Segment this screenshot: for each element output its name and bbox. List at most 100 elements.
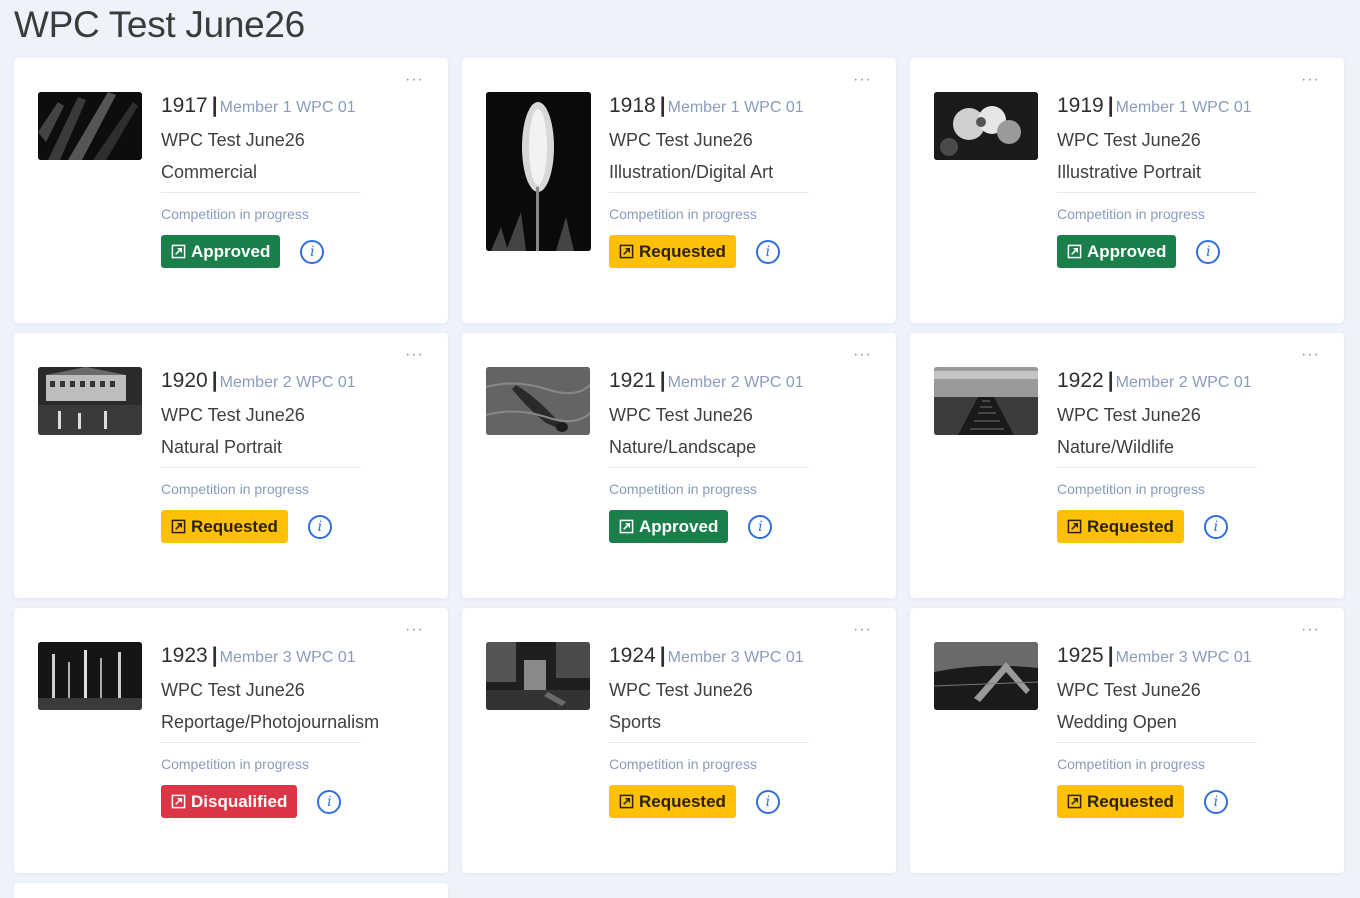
entry-status-text: Competition in progress: [161, 756, 309, 772]
info-icon[interactable]: i: [300, 239, 325, 264]
info-icon[interactable]: i: [755, 239, 780, 264]
entry-thumbnail[interactable]: [38, 642, 142, 710]
info-icon[interactable]: i: [1196, 239, 1221, 264]
more-options-icon[interactable]: ···: [405, 347, 424, 363]
entry-member: Member 2 WPC 01: [219, 374, 356, 391]
entry-card[interactable]: ··· 1925 | Member 3 WPC 01 WPC Test June26…: [910, 608, 1344, 873]
entry-info: 1922 | Member 2 WPC 01 WPC Test June26 Nat…: [1057, 367, 1304, 543]
status-badge-button[interactable]: Approved: [609, 510, 729, 543]
status-badge-label: Approved: [191, 241, 271, 261]
entry-status-text: Competition in progress: [609, 206, 757, 222]
entry-actions: Approved i: [161, 235, 408, 268]
entry-actions: Approved i: [609, 510, 856, 543]
more-options-icon[interactable]: ···: [853, 347, 872, 363]
status-badge-button[interactable]: Requested: [609, 785, 736, 818]
entry-thumbnail[interactable]: [486, 367, 590, 435]
entry-actions: Requested i: [609, 235, 856, 268]
entry-info: 1921 | Member 2 WPC 01 WPC Test June26 Nat…: [609, 367, 856, 543]
entry-thumbnail[interactable]: [934, 367, 1038, 435]
status-badge-button[interactable]: Approved: [161, 235, 281, 268]
entry-heading: 1917 | Member 1 WPC 01: [161, 92, 408, 122]
entry-card[interactable]: ··· 1920 | Member 2 WPC 01 WPC Test June26…: [14, 333, 448, 598]
entry-card[interactable]: [14, 883, 448, 898]
external-link-icon: [619, 794, 634, 809]
more-options-icon[interactable]: ···: [1301, 622, 1320, 638]
status-badge-button[interactable]: Requested: [1057, 510, 1184, 543]
entry-competition: WPC Test June26: [609, 130, 753, 150]
status-badge-button[interactable]: Requested: [161, 510, 288, 543]
info-icon[interactable]: i: [755, 789, 780, 814]
status-badge-label: Requested: [1087, 791, 1174, 811]
info-icon[interactable]: i: [1203, 789, 1228, 814]
info-icon[interactable]: i: [1203, 514, 1228, 539]
divider: [609, 742, 809, 743]
entry-category: Illustration/Digital Art: [609, 162, 774, 182]
entry-competition: WPC Test June26: [609, 680, 753, 700]
info-icon[interactable]: i: [317, 789, 342, 814]
entry-card[interactable]: ··· 1921 | Member 2 WPC 01 WPC Test June26…: [462, 333, 896, 598]
entry-info: 1924 | Member 3 WPC 01 WPC Test June26 Spo…: [609, 642, 856, 818]
entry-competition: WPC Test June26: [1057, 680, 1201, 700]
entry-category: Reportage/Photojournalism: [161, 712, 380, 732]
entry-card[interactable]: ··· 1918 | Member 1 WPC 01 WPC Test June26…: [462, 58, 896, 323]
more-options-icon[interactable]: ···: [1301, 347, 1320, 363]
status-badge-label: Requested: [191, 516, 278, 536]
external-link-icon: [619, 244, 634, 259]
external-link-icon: [1067, 519, 1082, 534]
entries-grid: ··· 1917 | Member 1 WPC 01 WPC Test June26…: [14, 58, 1344, 898]
entry-actions: Requested i: [1057, 510, 1304, 543]
entry-heading: 1919 | Member 1 WPC 01: [1057, 92, 1304, 122]
external-link-icon: [619, 519, 634, 534]
entry-separator: |: [659, 369, 666, 392]
entry-info: 1920 | Member 2 WPC 01 WPC Test June26 Nat…: [161, 367, 408, 543]
divider: [161, 467, 361, 468]
external-link-icon: [171, 794, 186, 809]
status-badge-button[interactable]: Requested: [1057, 785, 1184, 818]
more-options-icon[interactable]: ···: [853, 72, 872, 88]
entry-actions: Requested i: [609, 785, 856, 818]
entry-status-text: Competition in progress: [161, 206, 309, 222]
entry-competition: WPC Test June26: [1057, 130, 1201, 150]
entry-id: 1919: [1057, 94, 1104, 117]
entry-thumbnail[interactable]: [38, 92, 142, 160]
divider: [1057, 742, 1257, 743]
entry-competition: WPC Test June26: [161, 130, 305, 150]
entry-member: Member 3 WPC 01: [667, 649, 804, 666]
entry-category: Nature/Wildlife: [1057, 437, 1175, 457]
entry-id: 1922: [1057, 369, 1104, 392]
entry-member: Member 2 WPC 01: [667, 374, 804, 391]
entry-category: Commercial: [161, 162, 258, 182]
entry-info: 1925 | Member 3 WPC 01 WPC Test June26 Wed…: [1057, 642, 1304, 818]
more-options-icon[interactable]: ···: [405, 622, 424, 638]
entry-thumbnail[interactable]: [38, 367, 142, 435]
status-badge-button[interactable]: Approved: [1057, 235, 1177, 268]
entry-heading: 1922 | Member 2 WPC 01: [1057, 367, 1304, 397]
entry-member: Member 3 WPC 01: [219, 649, 356, 666]
entry-card[interactable]: ··· 1917 | Member 1 WPC 01 WPC Test June26…: [14, 58, 448, 323]
entry-heading: 1918 | Member 1 WPC 01: [609, 92, 856, 122]
status-badge-button[interactable]: Requested: [609, 235, 736, 268]
entry-card[interactable]: ··· 1922 | Member 2 WPC 01 WPC Test June26…: [910, 333, 1344, 598]
entry-category: Illustrative Portrait: [1057, 162, 1202, 182]
entry-thumbnail[interactable]: [934, 92, 1038, 160]
entry-card[interactable]: ··· 1919 | Member 1 WPC 01 WPC Test June26…: [910, 58, 1344, 323]
entry-info: 1918 | Member 1 WPC 01 WPC Test June26 Ill…: [609, 92, 856, 268]
divider: [609, 467, 809, 468]
entry-separator: |: [211, 644, 218, 667]
more-options-icon[interactable]: ···: [1301, 72, 1320, 88]
entry-heading: 1924 | Member 3 WPC 01: [609, 642, 856, 672]
entry-thumbnail[interactable]: [486, 92, 591, 251]
status-badge-button[interactable]: Disqualified: [161, 785, 298, 818]
entry-thumbnail[interactable]: [934, 642, 1038, 710]
more-options-icon[interactable]: ···: [853, 622, 872, 638]
info-icon[interactable]: i: [748, 514, 773, 539]
divider: [1057, 467, 1257, 468]
more-options-icon[interactable]: ···: [405, 72, 424, 88]
entry-card[interactable]: ··· 1923 | Member 3 WPC 01 WPC Test June26…: [14, 608, 448, 873]
status-badge-label: Disqualified: [191, 791, 288, 811]
entry-thumbnail[interactable]: [486, 642, 590, 710]
entry-member: Member 1 WPC 01: [667, 99, 804, 116]
info-icon[interactable]: i: [307, 514, 332, 539]
entry-id: 1924: [609, 644, 656, 667]
entry-card[interactable]: ··· 1924 | Member 3 WPC 01 WPC Test June26…: [462, 608, 896, 873]
